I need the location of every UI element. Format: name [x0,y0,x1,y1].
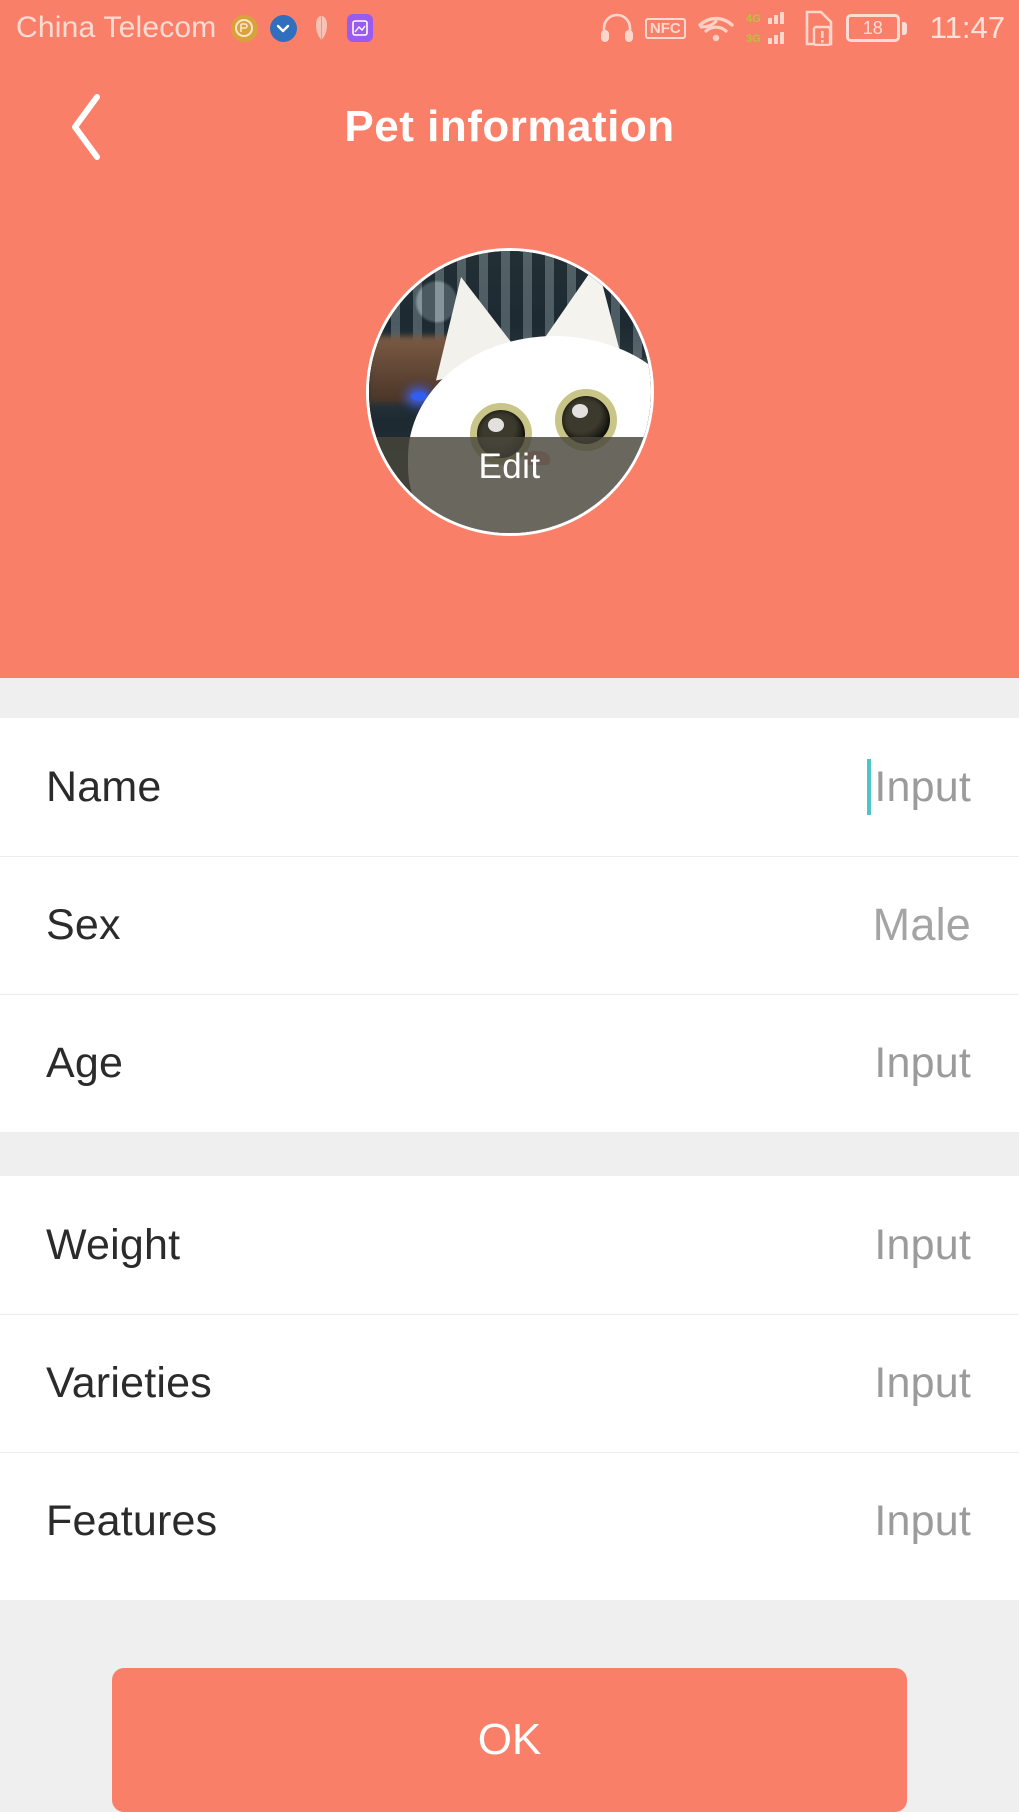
carrier-label: China Telecom [16,11,217,44]
row-label-age: Age [46,1038,124,1087]
avatar-edit-label: Edit [478,447,541,487]
form-group-1: Name Input Sex Male Age Input [0,718,1019,1132]
app-badge-icon-4 [346,14,373,42]
battery-cap [901,21,907,35]
footer-bar: OK [0,1600,1019,1812]
row-name[interactable]: Name Input [0,718,1019,856]
row-value-name: Input [874,762,971,811]
app-badge-icon-2 [269,14,297,42]
wifi-icon [697,13,735,43]
avatar-container[interactable]: Edit [365,248,654,536]
header-panel: China Telecom NFC 4G 3G 18 11:47 Pet inf… [0,0,1019,678]
row-varieties[interactable]: Varieties Input [0,1314,1019,1452]
row-input-varieties[interactable]: Input [874,1359,971,1408]
section-spacer-middle [0,1132,1019,1176]
row-value-weight: Input [874,1220,971,1269]
section-spacer-top [0,678,1019,718]
svg-text:4G: 4G [746,13,761,25]
sim-warning-icon [803,10,835,46]
row-value-varieties: Input [874,1358,971,1407]
text-caret [867,759,872,815]
row-input-name[interactable]: Input [867,759,971,815]
row-features[interactable]: Features Input [0,1452,1019,1590]
row-value-age: Input [874,1038,971,1087]
headphone-icon [600,13,634,43]
chevron-left-icon [72,94,100,160]
back-button[interactable] [46,86,128,168]
row-value-features: Input [874,1496,971,1545]
page-title: Pet information [344,102,675,151]
row-input-age[interactable]: Input [874,1039,971,1088]
row-input-features[interactable]: Input [874,1497,971,1546]
row-label-name: Name [46,762,162,811]
row-input-sex[interactable]: Male [873,899,971,951]
battery-level-label: 18 [845,14,900,42]
signal-bars-icon: 4G 3G [746,11,792,45]
avatar-edit-overlay[interactable]: Edit [368,437,651,533]
avatar[interactable]: Edit [365,248,654,536]
status-bar-right-icons: NFC 4G 3G 18 11:47 [600,10,1005,46]
app-badge-icon-1 [230,14,258,42]
status-bar: China Telecom NFC 4G 3G 18 11:47 [0,0,1019,56]
pet-information-screen: China Telecom NFC 4G 3G 18 11:47 Pet inf… [0,0,1019,1812]
status-bar-left-icons [230,14,373,42]
form-container: Name Input Sex Male Age Input Weight Inp… [0,678,1019,1590]
form-group-2: Weight Input Varieties Input Features In… [0,1176,1019,1590]
nfc-icon: NFC [644,17,686,39]
row-label-features: Features [46,1496,218,1545]
row-age[interactable]: Age Input [0,994,1019,1132]
ok-button[interactable]: OK [112,1668,907,1812]
battery-icon: 18 [845,14,907,42]
nav-bar: Pet information [0,78,1019,176]
clock-label: 11:47 [929,10,1005,45]
row-input-weight[interactable]: Input [874,1221,971,1270]
row-label-varieties: Varieties [46,1358,212,1407]
row-weight[interactable]: Weight Input [0,1176,1019,1314]
row-label-weight: Weight [46,1220,181,1269]
row-sex[interactable]: Sex Male [0,856,1019,994]
row-label-sex: Sex [46,900,121,949]
app-badge-icon-3 [309,14,335,42]
svg-text:3G: 3G [746,33,761,45]
row-value-sex: Male [872,899,971,950]
